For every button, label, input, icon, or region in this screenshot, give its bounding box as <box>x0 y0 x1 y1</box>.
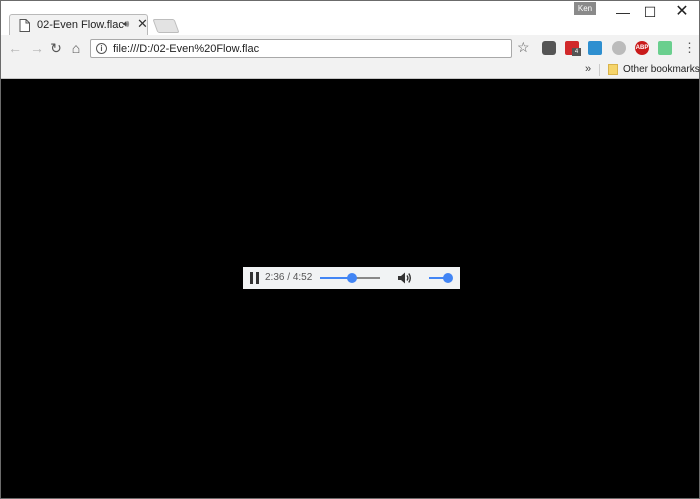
home-icon[interactable]: ⌂ <box>67 39 85 57</box>
reload-icon[interactable]: ↻ <box>47 39 65 57</box>
document-icon <box>19 19 30 32</box>
profile-button[interactable]: Ken <box>574 2 596 15</box>
menu-icon[interactable]: ⋮ <box>683 39 696 57</box>
pocket-extension-icon[interactable] <box>542 41 556 55</box>
volume-thumb[interactable] <box>443 273 453 283</box>
folder-icon[interactable] <box>608 64 618 75</box>
window-close-button[interactable]: ✕ <box>665 1 699 23</box>
pause-icon[interactable] <box>250 272 260 284</box>
duration: 4:52 <box>292 272 313 283</box>
info-icon[interactable]: i <box>96 43 107 54</box>
back-arrow-icon[interactable]: ← <box>6 39 24 57</box>
time-display: 2:36 / 4:52 <box>265 272 312 283</box>
speaker-icon[interactable]: 🔊︎ <box>123 19 129 30</box>
tab-active[interactable]: 02-Even Flow.flac 🔊︎ ✕ <box>9 14 148 35</box>
browser-window: 02-Even Flow.flac 🔊︎ ✕ Ken — ☐ ✕ ← → ↻ ⌂… <box>0 0 700 499</box>
volume-icon[interactable] <box>396 270 412 286</box>
toolbar: ← → ↻ ⌂ i file:///D:/02-Even%20Flow.flac… <box>1 35 699 61</box>
bookmarks-separator <box>599 64 600 76</box>
seek-thumb[interactable] <box>346 273 357 283</box>
bookmarks-bar: » Other bookmarks <box>1 61 700 79</box>
current-time: 2:36 <box>265 272 285 283</box>
green-extension-icon[interactable] <box>658 41 672 55</box>
title-bar: 02-Even Flow.flac 🔊︎ ✕ Ken — ☐ ✕ <box>1 1 699 35</box>
address-bar[interactable]: i file:///D:/02-Even%20Flow.flac <box>90 39 512 58</box>
forward-arrow-icon[interactable]: → <box>28 39 46 57</box>
tab-title: 02-Even Flow.flac <box>37 19 124 31</box>
seek-slider[interactable] <box>320 273 380 283</box>
maximize-button[interactable]: ☐ <box>633 1 667 23</box>
time-separator: / <box>287 272 291 283</box>
bookmark-star-icon[interactable]: ☆ <box>517 39 530 56</box>
adblock-extension-icon[interactable]: ABP <box>635 41 649 55</box>
skype-extension-icon[interactable] <box>588 41 602 55</box>
other-bookmarks-link[interactable]: Other bookmarks <box>623 64 700 75</box>
todo-extension-icon[interactable]: 4 <box>565 41 581 56</box>
todo-badge: 4 <box>572 48 581 56</box>
bookmarks-overflow-button[interactable]: » <box>585 63 591 75</box>
new-tab-button[interactable] <box>152 19 180 33</box>
address-url[interactable]: file:///D:/02-Even%20Flow.flac <box>113 43 259 55</box>
media-player-controls: 2:36 / 4:52 <box>243 267 460 289</box>
tab-close-button[interactable]: ✕ <box>137 17 148 31</box>
volume-slider[interactable] <box>429 273 453 283</box>
feedly-extension-icon[interactable] <box>612 41 626 55</box>
